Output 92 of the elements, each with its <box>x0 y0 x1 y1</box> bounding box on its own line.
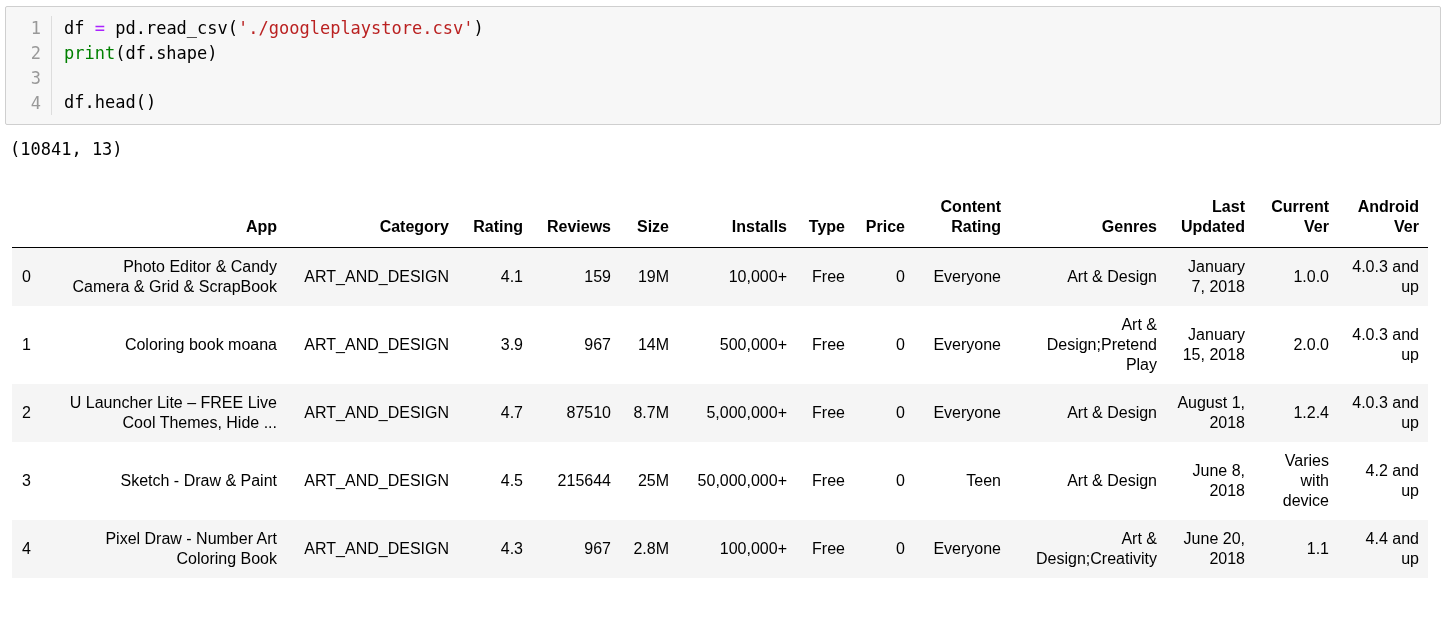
table-cell: 0 <box>896 540 905 557</box>
table-cell: 967 <box>584 336 611 353</box>
column-header: Rating <box>473 218 523 235</box>
table-cell: Sketch - Draw & Paint <box>120 472 277 489</box>
table-cell: ART_AND_DESIGN <box>304 336 449 353</box>
output-text: (10841, 13) <box>10 138 124 161</box>
row-index: 2 <box>22 404 31 421</box>
table-cell: 14M <box>637 336 669 353</box>
table-cell: ART_AND_DESIGN <box>304 540 449 557</box>
table-cell: June 8, 2018 <box>1192 462 1245 499</box>
line-number: 1 <box>30 17 41 40</box>
table-cell: ART_AND_DESIGN <box>304 472 449 489</box>
table-cell: Teen <box>966 472 1001 489</box>
table-cell: 87510 <box>566 404 611 421</box>
code-line: df = pd.read_csv('./googleplaystore.csv') <box>64 17 484 40</box>
code-line: df.head() <box>64 91 158 114</box>
table-cell: Coloring book moana <box>124 336 277 353</box>
table-cell: Varies with device <box>1282 452 1329 509</box>
table-cell: Art & Design <box>1067 404 1157 421</box>
table-cell: 4.0.3 and up <box>1352 326 1419 363</box>
table-cell: 10,000+ <box>728 268 787 285</box>
table-cell: 2.0.0 <box>1293 336 1329 353</box>
table-cell: 967 <box>584 540 611 557</box>
table-cell: 4.7 <box>500 404 523 421</box>
table-cell: Everyone <box>933 268 1001 285</box>
table-cell: June 20, 2018 <box>1183 530 1245 567</box>
column-header: Size <box>637 218 669 235</box>
column-header: Content Rating <box>940 198 1001 235</box>
table-cell: 500,000+ <box>719 336 787 353</box>
table-cell: 8.7M <box>633 404 669 421</box>
table-cell: 3.9 <box>500 336 523 353</box>
table-cell: 100,000+ <box>719 540 787 557</box>
row-index: 1 <box>22 336 31 353</box>
table-cell: Everyone <box>933 336 1001 353</box>
table-cell: Pixel Draw - Number Art Coloring Book <box>105 530 277 567</box>
table-cell: 25M <box>637 472 669 489</box>
column-header: Reviews <box>546 218 611 235</box>
table-cell: Everyone <box>933 404 1001 421</box>
table-cell: 0 <box>896 472 905 489</box>
table-cell: 4.2 and up <box>1365 462 1419 499</box>
table-cell: Free <box>812 472 845 489</box>
table-cell: August 1, 2018 <box>1177 394 1245 431</box>
table-cell: 0 <box>896 268 905 285</box>
table-cell: Art & Design;Creativity <box>1036 530 1157 567</box>
table-cell: 4.3 <box>500 540 523 557</box>
table-cell: Art & Design <box>1067 472 1157 489</box>
table-cell: 215644 <box>557 472 611 489</box>
code-cell[interactable]: 1 2 3 4 df = pd.read_csv('./googleplaystore.csv') print(df.shape) df.head() <box>5 6 1441 125</box>
table-cell: Everyone <box>933 540 1001 557</box>
table-cell: 0 <box>896 404 905 421</box>
table-cell: 19M <box>637 268 669 285</box>
table-cell: Photo Editor & Candy Camera & Grid & ScrapBook <box>72 258 277 295</box>
column-header: Genres <box>1101 218 1157 235</box>
column-header: Price <box>865 218 905 235</box>
table-cell: 4.0.3 and up <box>1352 258 1419 295</box>
line-number: 4 <box>30 92 41 115</box>
table-cell: 4.4 and up <box>1365 530 1419 567</box>
table-cell: Art & Design <box>1067 268 1157 285</box>
code-line: print(df.shape) <box>64 42 219 65</box>
table-cell: ART_AND_DESIGN <box>304 404 449 421</box>
row-index: 0 <box>22 268 31 285</box>
column-header: Category <box>379 218 449 235</box>
table-cell: Free <box>812 268 845 285</box>
column-header: Last Updated <box>1181 198 1245 235</box>
table-cell: 50,000,000+ <box>697 472 787 489</box>
table-cell: 1.1 <box>1306 540 1329 557</box>
table-cell: 0 <box>896 336 905 353</box>
table-cell: ART_AND_DESIGN <box>304 268 449 285</box>
table-cell: 1.2.4 <box>1293 404 1329 421</box>
line-number: 2 <box>30 42 41 65</box>
column-header: App <box>245 218 277 235</box>
table-cell: 159 <box>584 268 611 285</box>
row-index: 4 <box>22 540 31 557</box>
table-cell: Free <box>812 540 845 557</box>
table-cell: 4.1 <box>500 268 523 285</box>
column-header: Android Ver <box>1357 198 1419 235</box>
table-cell: 5,000,000+ <box>706 404 787 421</box>
table-cell: January 15, 2018 <box>1182 326 1245 363</box>
table-cell: Free <box>812 404 845 421</box>
table-cell: 2.8M <box>633 540 669 557</box>
table-cell: 4.5 <box>500 472 523 489</box>
column-header: Current Ver <box>1271 198 1329 235</box>
table-cell: 4.0.3 and up <box>1352 394 1419 431</box>
column-header: Type <box>808 218 845 235</box>
table-cell: U Launcher Lite – FREE Live Cool Themes, Hide ... <box>69 394 277 431</box>
table-cell: January 7, 2018 <box>1188 258 1245 295</box>
table-cell: Free <box>812 336 845 353</box>
table-cell: 1.0.0 <box>1293 268 1329 285</box>
table-cell: Art & Design;Pretend Play <box>1046 316 1157 373</box>
column-header: Installs <box>731 218 787 235</box>
row-index: 3 <box>22 472 31 489</box>
line-number: 3 <box>30 67 41 90</box>
